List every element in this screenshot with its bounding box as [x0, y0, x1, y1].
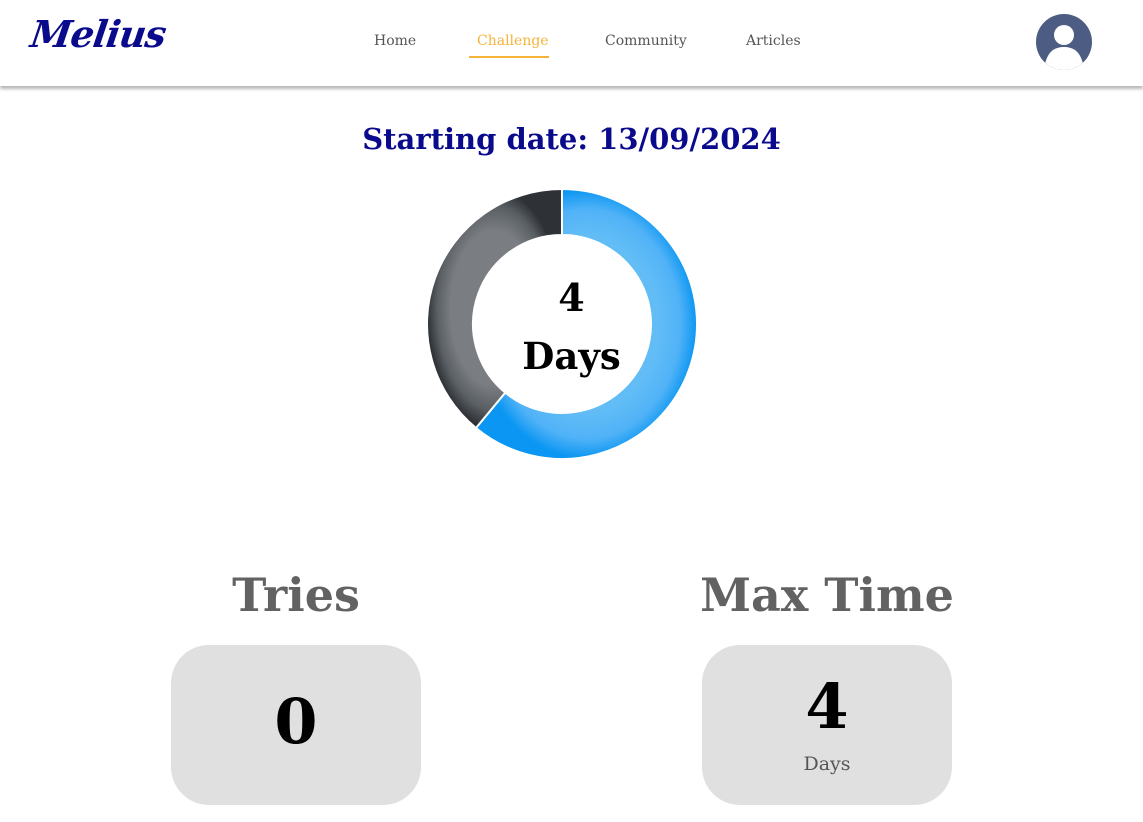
nav-challenge-link[interactable]: Challenge [477, 33, 549, 49]
progress-donut-svg [426, 187, 698, 460]
starting-date-heading: Starting date: 13/09/2024 [362, 122, 781, 156]
nav-links: Home Challenge Community Articles [0, 0, 1143, 86]
nav-articles-link[interactable]: Articles [746, 33, 801, 49]
max-time-title: Max Time [700, 568, 954, 622]
max-time-unit: Days [803, 753, 851, 775]
nav-home-link[interactable]: Home [374, 33, 416, 49]
progress-donut [426, 187, 698, 460]
progress-days-label: Days [522, 334, 621, 378]
tries-card: 0 [171, 645, 421, 805]
max-time-card: 4 Days [702, 645, 952, 805]
nav-community-link[interactable]: Community [605, 33, 687, 49]
user-avatar-icon[interactable] [1036, 14, 1092, 70]
user-silhouette-icon [1044, 25, 1084, 70]
progress-days-value: 4 [558, 275, 585, 320]
top-navbar: Melius Home Challenge Community Articles [0, 0, 1143, 86]
tries-value: 0 [274, 685, 318, 758]
active-tab-underline [469, 56, 549, 58]
max-time-value: 4 [805, 670, 849, 743]
tries-title: Tries [232, 568, 360, 622]
